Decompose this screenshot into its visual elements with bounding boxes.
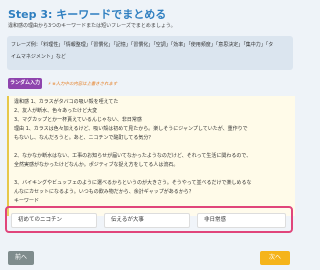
random-input-button[interactable]: ランダム入力 bbox=[8, 78, 42, 89]
answer-line: 違和感 1、カラスがタバコの吸い殻を咥えてた bbox=[14, 99, 119, 105]
overwrite-warning: ⚡※入力中の内容は上書きされます bbox=[48, 81, 117, 87]
step-title: Step 3: キーワードでまとめる bbox=[8, 8, 167, 21]
next-button[interactable]: 次へ bbox=[260, 251, 290, 265]
answer-line: 3、バイキングやビュッフェのように選べるからというのが大きさう。そうやって並べる… bbox=[14, 180, 252, 186]
overwrite-warning-text: ※入力中の内容は上書きされます bbox=[52, 82, 118, 87]
keyword-field-2[interactable]: 伝えるが大事 bbox=[104, 213, 190, 228]
answer-line: キーワード bbox=[14, 198, 40, 204]
answer-line: 3、マグカップとか一杯貰えているんじゃない、非日常感 bbox=[14, 117, 142, 123]
answer-line: んなにカセットになるよう。いつもの飲み物だから、余計ギャップがあるから？ bbox=[14, 189, 194, 195]
keyword-field-3[interactable]: 非日常感 bbox=[197, 213, 286, 228]
answer-line: 理由 1、カラスは色々加えるけど、吸い殻は初めて見たから。楽しそうにジャンプして… bbox=[14, 126, 248, 132]
answer-line: もないし、なんだろうと。あと、ニコチンで酩酊してる気分？ bbox=[14, 135, 154, 141]
answer-line: 全然実感がなかったけどなんか。ポジティブな捉え方をしてる人は流石。 bbox=[14, 162, 179, 168]
lightning-icon: ⚡ bbox=[48, 82, 52, 87]
keyword-field-1[interactable]: 初めてのニコチン bbox=[11, 213, 97, 228]
answer-line: 2、なかなか断水はない、工事のお知らせが届いてなかったようなのだけど、それって生… bbox=[14, 153, 252, 159]
step-description: 違和感の理由から3つのキーワードまたは短いフレーズでまとめましょう。 bbox=[8, 23, 176, 29]
answer-textarea[interactable]: 違和感 1、カラスがタバコの吸い殻を咥えてた 2、友人が断水、色々あったけど大変… bbox=[7, 96, 295, 216]
phrase-example-line-1: フレーズ例：「料理性」「情報整理」「習慣化」「記憶」「習慣化」「空調」「効率」「… bbox=[11, 42, 274, 48]
prev-button[interactable]: 前へ bbox=[8, 251, 34, 265]
phrase-example-line-2: イムマネジメント」など bbox=[11, 54, 66, 60]
answer-line: 2、友人が断水、色々あったけど大変 bbox=[14, 108, 98, 114]
phrase-example-box: フレーズ例：「料理性」「情報整理」「習慣化」「記憶」「習慣化」「空調」「効率」「… bbox=[7, 36, 293, 70]
